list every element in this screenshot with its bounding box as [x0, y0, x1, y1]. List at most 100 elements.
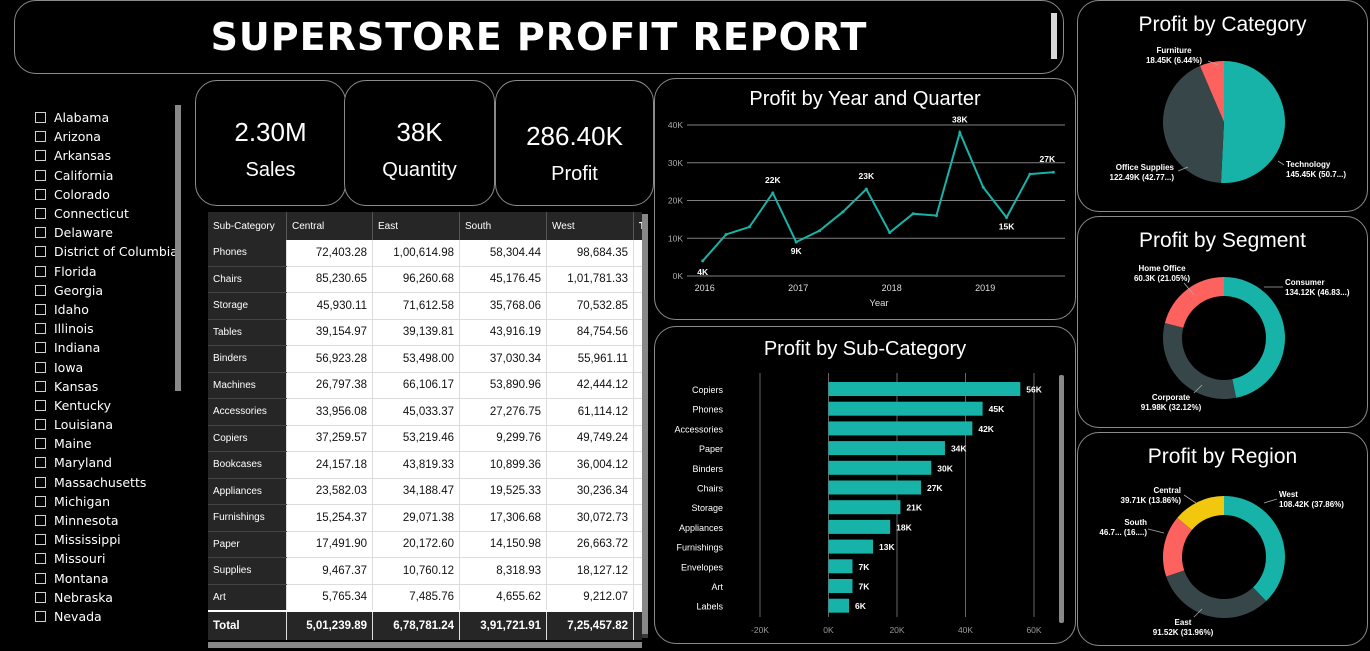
- bar[interactable]: [828, 559, 853, 574]
- slicer-item[interactable]: Iowa: [35, 357, 178, 376]
- slicer-item[interactable]: Maine: [35, 434, 178, 453]
- slicer-item[interactable]: Nebraska: [35, 588, 178, 607]
- chart-scrollbar[interactable]: [1059, 375, 1064, 623]
- slicer-item[interactable]: Colorado: [35, 185, 178, 204]
- data-point[interactable]: [1005, 215, 1009, 219]
- table-row[interactable]: Phones 72,403.28 1,00,614.98 58,304.44 98,68…: [208, 240, 642, 267]
- checkbox[interactable]: [35, 495, 46, 507]
- bar[interactable]: [828, 539, 874, 554]
- column-header-total[interactable]: Total: [633, 212, 642, 240]
- slicer-item[interactable]: Missouri: [35, 549, 178, 568]
- slicer-item[interactable]: Maryland: [35, 453, 178, 472]
- checkbox[interactable]: [35, 323, 46, 335]
- slicer-item[interactable]: Minnesota: [35, 511, 178, 530]
- checkbox[interactable]: [35, 284, 46, 296]
- checkbox[interactable]: [35, 227, 46, 239]
- slicer-item[interactable]: Arkansas: [35, 146, 178, 165]
- slicer-item[interactable]: Connecticut: [35, 204, 178, 223]
- slicer-item[interactable]: Montana: [35, 569, 178, 588]
- checkbox[interactable]: [35, 476, 46, 488]
- slicer-item[interactable]: Florida: [35, 262, 178, 281]
- data-point[interactable]: [771, 191, 775, 195]
- table-row[interactable]: Copiers 37,259.57 53,219.46 9,299.76 49,749.…: [208, 425, 642, 452]
- bar[interactable]: [828, 382, 1021, 396]
- data-point[interactable]: [1028, 172, 1032, 176]
- checkbox[interactable]: [35, 610, 46, 622]
- table-row[interactable]: Tables 39,154.97 39,139.81 43,916.19 84,754.…: [208, 319, 642, 346]
- checkbox[interactable]: [35, 419, 46, 431]
- checkbox[interactable]: [35, 399, 46, 411]
- table-horizontal-scrollbar[interactable]: [208, 642, 642, 648]
- slicer-scrollbar[interactable]: [175, 105, 181, 391]
- slicer-item[interactable]: Nevada: [35, 607, 178, 626]
- checkbox[interactable]: [35, 188, 46, 200]
- slicer-item[interactable]: California: [35, 166, 178, 185]
- bar[interactable]: [828, 519, 891, 534]
- table-row[interactable]: Binders 56,923.28 53,498.00 37,030.34 55,961…: [208, 345, 642, 373]
- column-header[interactable]: Sub-Category: [208, 212, 287, 240]
- slice[interactable]: [1224, 277, 1285, 398]
- data-point[interactable]: [934, 214, 938, 218]
- checkbox[interactable]: [35, 591, 46, 603]
- bar[interactable]: [828, 480, 921, 495]
- slicer-item[interactable]: Indiana: [35, 338, 178, 357]
- column-header[interactable]: West: [546, 212, 634, 240]
- slicer-item[interactable]: Kentucky: [35, 396, 178, 415]
- slicer-item[interactable]: Michigan: [35, 492, 178, 511]
- slicer-item[interactable]: Georgia: [35, 281, 178, 300]
- table-scroll-thumb[interactable]: [642, 214, 648, 634]
- checkbox[interactable]: [35, 303, 46, 315]
- slicer-item[interactable]: Alabama: [35, 108, 178, 127]
- checkbox[interactable]: [35, 112, 46, 124]
- column-header[interactable]: South: [459, 212, 547, 240]
- table-row[interactable]: Machines 26,797.38 66,106.17 53,890.96 42,44…: [208, 372, 642, 399]
- checkbox[interactable]: [35, 131, 46, 143]
- data-point[interactable]: [911, 212, 915, 216]
- slicer-item[interactable]: Arizona: [35, 127, 178, 146]
- table-row[interactable]: Storage 45,930.11 71,612.58 35,768.06 70,532…: [208, 292, 642, 320]
- bar[interactable]: [828, 441, 945, 456]
- column-header[interactable]: East: [372, 212, 460, 240]
- bar[interactable]: [828, 579, 853, 593]
- slicer-item[interactable]: Louisiana: [35, 415, 178, 434]
- bar[interactable]: [828, 598, 850, 613]
- table-row[interactable]: Art5,765.347,485.764,655.629,212.0727,11…: [208, 584, 642, 612]
- data-point[interactable]: [958, 131, 962, 135]
- checkbox[interactable]: [35, 534, 46, 546]
- checkbox[interactable]: [35, 361, 46, 373]
- slice[interactable]: [1224, 496, 1285, 602]
- bar[interactable]: [828, 460, 932, 475]
- table-row[interactable]: Accessories 33,956.08 45,033.37 27,276.75 61…: [208, 398, 642, 426]
- table-row[interactable]: Furnishings 15,254.37 29,071.38 17,306.68 30…: [208, 504, 642, 532]
- bar[interactable]: [828, 421, 973, 436]
- data-point[interactable]: [864, 187, 868, 191]
- title-scrollbar[interactable]: [1051, 13, 1057, 59]
- checkbox[interactable]: [35, 169, 46, 181]
- table-row[interactable]: Bookcases 24,157.18 43,819.33 10,899.36 36,0…: [208, 451, 642, 479]
- slicer-item[interactable]: Idaho: [35, 300, 178, 319]
- checkbox[interactable]: [35, 208, 46, 220]
- data-point[interactable]: [794, 240, 798, 244]
- slice[interactable]: [1164, 277, 1224, 328]
- checkbox[interactable]: [35, 515, 46, 527]
- checkbox[interactable]: [35, 457, 46, 469]
- data-point[interactable]: [981, 185, 985, 189]
- bar[interactable]: [828, 500, 901, 515]
- table-row[interactable]: Paper 17,491.90 20,172.60 14,150.98 26,663.7…: [208, 531, 642, 558]
- slice[interactable]: [1220, 61, 1286, 183]
- data-point[interactable]: [747, 225, 751, 229]
- slicer-item[interactable]: District of Columbia: [35, 242, 178, 261]
- slicer-item[interactable]: Massachusetts: [35, 473, 178, 492]
- table-vertical-scrollbar[interactable]: [642, 214, 648, 638]
- table-row[interactable]: Appliances 23,582.03 34,188.47 19,525.33 30,…: [208, 478, 642, 505]
- slicer-item[interactable]: Kansas: [35, 377, 178, 396]
- checkbox[interactable]: [35, 246, 46, 258]
- checkbox[interactable]: [35, 265, 46, 277]
- slicer-item[interactable]: Illinois: [35, 319, 178, 338]
- checkbox[interactable]: [35, 553, 46, 565]
- data-point[interactable]: [724, 232, 728, 236]
- slicer-item[interactable]: Mississippi: [35, 530, 178, 549]
- data-point[interactable]: [1051, 170, 1055, 174]
- slicer-item[interactable]: Delaware: [35, 223, 178, 242]
- checkbox[interactable]: [35, 572, 46, 584]
